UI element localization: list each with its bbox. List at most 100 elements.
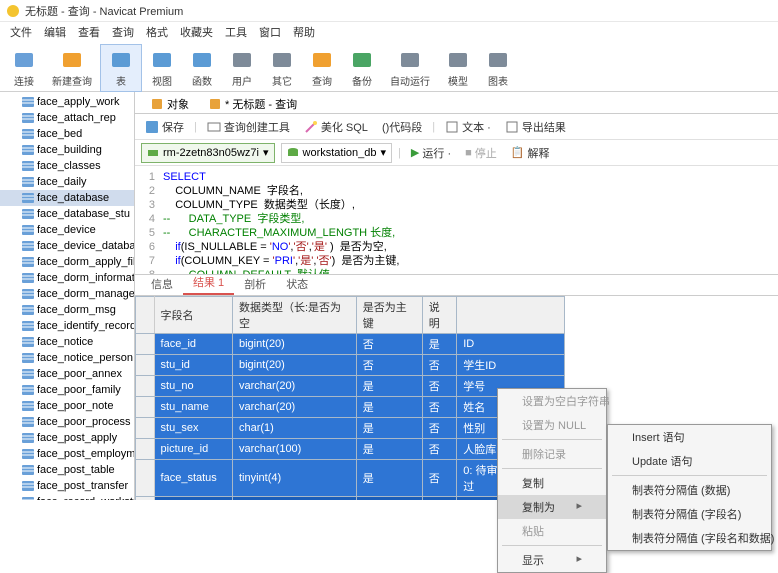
tree-item[interactable]: face_building — [0, 142, 134, 158]
tree-item[interactable]: face_attach_rep — [0, 110, 134, 126]
row-indicator[interactable] — [136, 355, 155, 376]
grid-cell[interactable]: 否 — [422, 418, 457, 439]
grid-cell[interactable]: picture_id — [154, 439, 232, 460]
tree-item[interactable]: face_device — [0, 222, 134, 238]
tab-info[interactable]: 信息 — [141, 273, 183, 295]
ctx-show[interactable]: 显示▸ — [498, 548, 606, 572]
ctx-tsv-header[interactable]: 制表符分隔值 (字段名) — [608, 502, 771, 526]
ctx-set-blank[interactable]: 设置为空白字符串 — [498, 389, 606, 413]
beautify-sql-button[interactable]: 美化 SQL — [300, 117, 372, 137]
grid-cell[interactable]: bigint(20) — [232, 334, 356, 355]
toolbar-用户[interactable]: 用户 — [222, 44, 262, 92]
db-combo[interactable]: workstation_db▾ — [281, 143, 393, 163]
grid-cell[interactable]: 是 — [356, 497, 422, 501]
grid-cell[interactable]: 否 — [356, 334, 422, 355]
grid-cell[interactable]: 学生ID — [457, 355, 565, 376]
grid-cell[interactable]: face_id — [154, 334, 232, 355]
grid-cell[interactable]: stu_sex — [154, 418, 232, 439]
row-indicator[interactable] — [136, 376, 155, 397]
tree-item[interactable]: face_post_apply — [0, 430, 134, 446]
tree-item[interactable]: face_identify_record — [0, 318, 134, 334]
column-header[interactable]: 说明 — [422, 297, 457, 334]
ctx-set-null[interactable]: 设置为 NULL — [498, 413, 606, 437]
grid-cell[interactable]: 否 — [422, 497, 457, 501]
toolbar-连接[interactable]: 连接 — [4, 44, 44, 92]
tree-item[interactable]: face_bed — [0, 126, 134, 142]
grid-cell[interactable]: 否 — [356, 355, 422, 376]
tab-query[interactable]: * 无标题 - 查询 — [199, 93, 307, 115]
tree-item[interactable]: face_notice — [0, 334, 134, 350]
tree-item[interactable]: face_post_employment — [0, 446, 134, 462]
column-header[interactable]: 数据类型（长:是否为空 — [232, 297, 356, 334]
server-combo[interactable]: rm-2zetn83n05wz7i▾ — [141, 143, 275, 163]
tree-item[interactable]: face_device_database — [0, 238, 134, 254]
tree-item[interactable]: face_dorm_msg — [0, 302, 134, 318]
tree-item[interactable]: face_dorm_information — [0, 270, 134, 286]
ctx-tsv-data[interactable]: 制表符分隔值 (数据) — [608, 478, 771, 502]
grid-cell[interactable]: varchar(100) — [232, 439, 356, 460]
tree-item[interactable]: face_post_transfer — [0, 478, 134, 494]
grid-cell[interactable]: stu_no — [154, 376, 232, 397]
grid-cell[interactable]: audit_opinion — [154, 497, 232, 501]
menu-file[interactable]: 文件 — [4, 22, 38, 42]
grid-cell[interactable]: 否 — [422, 397, 457, 418]
grid-cell[interactable]: stu_name — [154, 397, 232, 418]
grid-cell[interactable]: 否 — [422, 355, 457, 376]
stop-button[interactable]: ■停止 — [461, 143, 501, 163]
context-menu-main[interactable]: 设置为空白字符串 设置为 NULL 删除记录 复制 复制为▸ 粘贴 显示▸ — [497, 388, 607, 573]
tree-item[interactable]: face_database_stu — [0, 206, 134, 222]
menu-format[interactable]: 格式 — [140, 22, 174, 42]
tree-item[interactable]: face_apply_work — [0, 94, 134, 110]
explain-button[interactable]: 📋解释 — [507, 143, 554, 163]
menu-fav[interactable]: 收藏夹 — [174, 22, 219, 42]
query-builder-button[interactable]: 查询创建工具 — [203, 117, 294, 137]
grid-cell[interactable]: 否 — [422, 460, 457, 497]
toolbar-新建查询[interactable]: 新建查询 — [44, 44, 100, 92]
menu-view[interactable]: 查看 — [72, 22, 106, 42]
toolbar-查询[interactable]: 查询 — [302, 44, 342, 92]
grid-cell[interactable]: 否 — [422, 376, 457, 397]
ctx-insert-stmt[interactable]: Insert 语句 — [608, 425, 771, 449]
tree-item[interactable]: face_database — [0, 190, 134, 206]
column-header[interactable]: 是否为主键 — [356, 297, 422, 334]
grid-cell[interactable]: 是 — [422, 334, 457, 355]
grid-cell[interactable]: varchar(255) — [232, 497, 356, 501]
ctx-tsv-both[interactable]: 制表符分隔值 (字段名和数据) — [608, 526, 771, 550]
ctx-copy[interactable]: 复制 — [498, 471, 606, 495]
run-button[interactable]: ▶运行 · — [407, 143, 455, 163]
snippet-button[interactable]: ()代码段 — [378, 117, 426, 137]
tree-item[interactable]: face_poor_annex — [0, 366, 134, 382]
toolbar-备份[interactable]: 备份 — [342, 44, 382, 92]
toolbar-图表[interactable]: 图表 — [478, 44, 518, 92]
menu-edit[interactable]: 编辑 — [38, 22, 72, 42]
sql-editor[interactable]: 1SELECT2 COLUMN_NAME 字段名,3 COLUMN_TYPE 数… — [135, 166, 778, 274]
grid-cell[interactable]: 否 — [422, 439, 457, 460]
grid-cell[interactable]: bigint(20) — [232, 355, 356, 376]
grid-cell[interactable]: face_status — [154, 460, 232, 497]
tree-item[interactable]: face_post_table — [0, 462, 134, 478]
grid-cell[interactable]: 是 — [356, 397, 422, 418]
toolbar-表[interactable]: 表 — [100, 44, 142, 92]
tree-item[interactable]: face_classes — [0, 158, 134, 174]
row-indicator[interactable] — [136, 334, 155, 355]
tab-result1[interactable]: 结果 1 — [183, 271, 234, 295]
menu-window[interactable]: 窗口 — [253, 22, 287, 42]
ctx-update-stmt[interactable]: Update 语句 — [608, 449, 771, 473]
grid-cell[interactable]: stu_id — [154, 355, 232, 376]
save-button[interactable]: 保存 — [141, 117, 188, 137]
export-button[interactable]: 导出结果 — [501, 117, 570, 137]
column-header[interactable] — [457, 297, 565, 334]
toolbar-其它[interactable]: 其它 — [262, 44, 302, 92]
grid-cell[interactable]: 是 — [356, 439, 422, 460]
tab-status[interactable]: 状态 — [276, 273, 318, 295]
tree-item[interactable]: face_dorm_apply_file — [0, 254, 134, 270]
grid-cell[interactable]: 是 — [356, 376, 422, 397]
text-button[interactable]: 文本 · — [441, 117, 495, 137]
menu-query[interactable]: 查询 — [106, 22, 140, 42]
row-indicator[interactable] — [136, 460, 155, 497]
menu-tools[interactable]: 工具 — [219, 22, 253, 42]
tree-item[interactable]: face_notice_person — [0, 350, 134, 366]
menu-help[interactable]: 帮助 — [287, 22, 321, 42]
tree-item[interactable]: face_daily — [0, 174, 134, 190]
ctx-delete[interactable]: 删除记录 — [498, 442, 606, 466]
